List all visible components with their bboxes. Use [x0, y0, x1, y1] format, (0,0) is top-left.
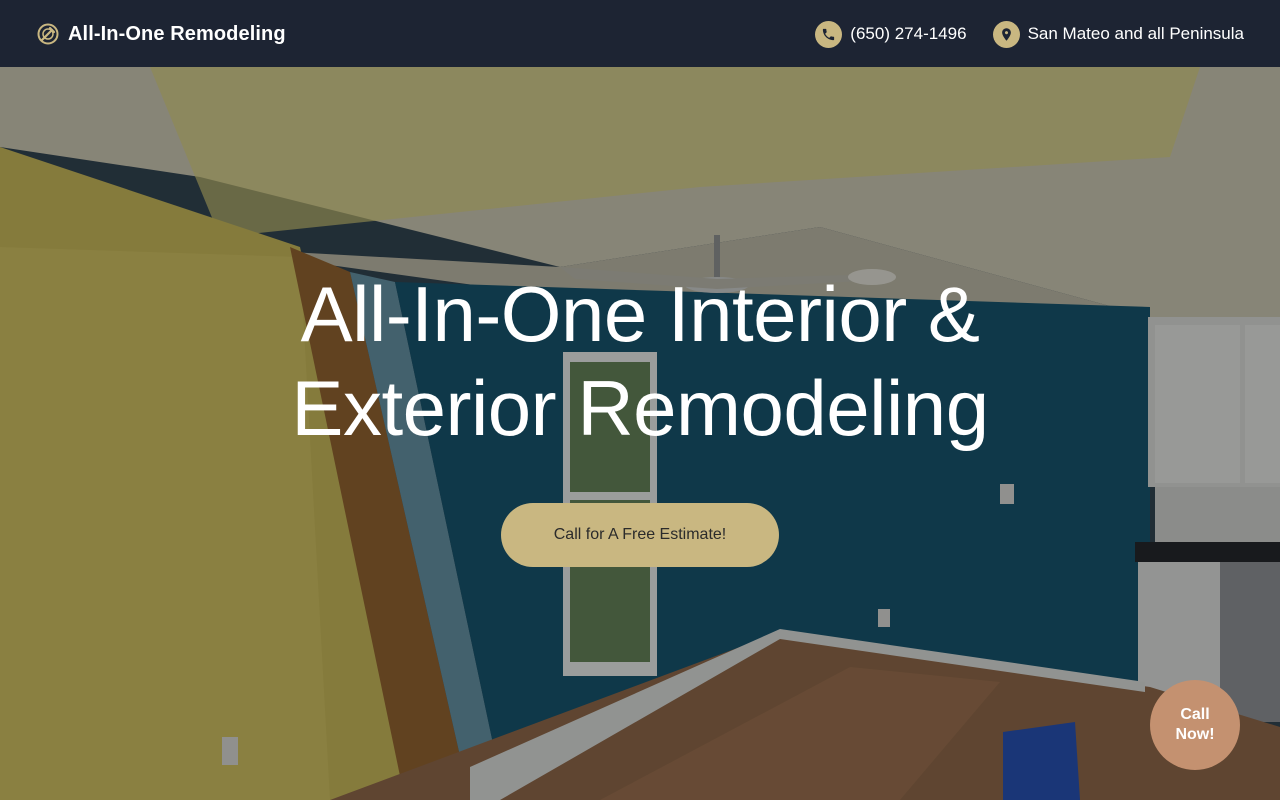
brand-logo-link[interactable]: All-In-One Remodeling — [36, 22, 286, 46]
free-estimate-button[interactable]: Call for A Free Estimate! — [501, 503, 779, 567]
map-pin-icon — [992, 20, 1020, 48]
service-area: San Mateo and all Peninsula — [992, 20, 1244, 48]
compass-hammer-icon — [37, 23, 59, 45]
site-header: All-In-One Remodeling (650) 274-1496 San… — [0, 0, 1280, 67]
hero-headline: All-In-One Interior & Exterior Remodelin… — [291, 270, 989, 452]
header-contact: (650) 274-1496 San Mateo and all Peninsu… — [815, 20, 1244, 48]
hero-section: All-In-One Interior & Exterior Remodelin… — [0, 67, 1280, 800]
phone-link[interactable]: (650) 274-1496 — [815, 20, 967, 48]
phone-number: (650) 274-1496 — [850, 24, 967, 43]
service-area-text: San Mateo and all Peninsula — [1027, 24, 1244, 43]
phone-icon — [815, 20, 843, 48]
brand-name: All-In-One Remodeling — [68, 22, 286, 45]
call-now-button[interactable]: Call Now! — [1150, 680, 1240, 770]
